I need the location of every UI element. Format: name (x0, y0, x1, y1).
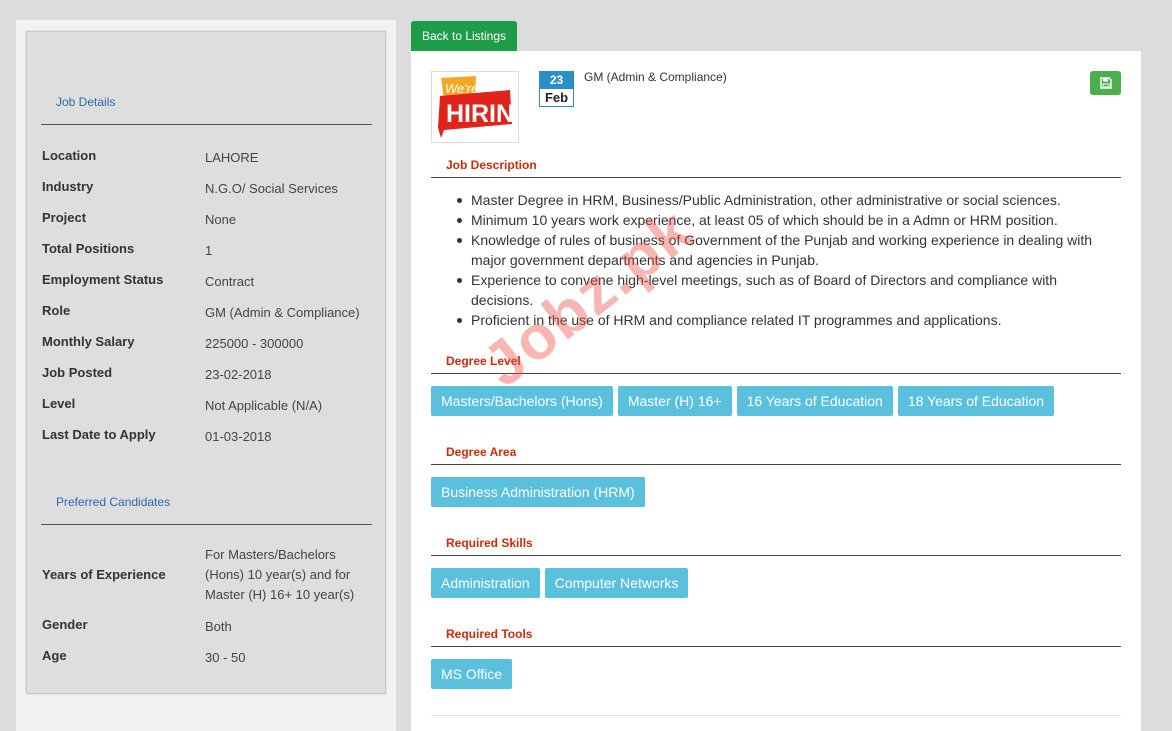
detail-label: Last Date to Apply (42, 427, 156, 442)
preferred-candidates-divider (41, 524, 372, 525)
detail-value: 30 - 50 (205, 650, 246, 665)
required-tools-heading: Required Tools (446, 627, 533, 641)
job-description-list: Master Degree in HRM, Business/Public Ad… (457, 190, 1111, 330)
required-tools-divider (431, 646, 1121, 647)
detail-value: Both (205, 619, 232, 634)
degree-level-tag[interactable]: Master (H) 16+ (617, 386, 732, 416)
degree-level-heading: Degree Level (446, 354, 521, 368)
degree-area-divider (431, 464, 1121, 465)
degree-area-heading: Degree Area (446, 445, 517, 459)
detail-value: 23-02-2018 (205, 367, 272, 382)
job-description-divider (431, 177, 1121, 178)
list-item: Experience to convene high-level meeting… (457, 270, 1111, 310)
list-item: Knowledge of rules of business of Govern… (457, 230, 1111, 270)
posted-date-badge: 23 Feb (539, 71, 574, 107)
back-to-listings-button[interactable]: Back to Listings (411, 21, 517, 51)
detail-label: Job Posted (42, 365, 113, 380)
list-item: Proficient in the use of HRM and complia… (457, 310, 1111, 330)
detail-value: GM (Admin & Compliance) (205, 305, 360, 320)
detail-value: 1 (205, 243, 213, 258)
detail-value: 225000 - 300000 (205, 336, 304, 351)
detail-value: Not Applicable (N/A) (205, 398, 323, 413)
preferred-candidates-title: Preferred Candidates (56, 495, 171, 509)
floppy-disk-icon (1099, 77, 1112, 89)
degree-level-tag[interactable]: 18 Years of Education (897, 386, 1055, 416)
detail-label: Age (42, 648, 67, 663)
required-skills-heading: Required Skills (446, 536, 533, 550)
detail-value: For Masters/Bachelors (Hons) 10 year(s) … (205, 547, 355, 602)
date-month: Feb (544, 90, 569, 105)
detail-label: Years of Experience (42, 567, 166, 582)
skill-tag[interactable]: Administration (431, 568, 540, 598)
job-details-panel: Job Details Location LAHORE Industry N.G… (26, 31, 386, 694)
degree-level-tag[interactable]: Masters/Bachelors (Hons) (431, 386, 613, 416)
logo-line1: We're (445, 81, 478, 96)
detail-label: Total Positions (42, 241, 135, 256)
detail-value: N.G.O/ Social Services (205, 181, 338, 196)
content-bottom-divider (431, 715, 1121, 716)
detail-label: Level (42, 396, 76, 411)
skill-tag[interactable]: Computer Networks (544, 568, 689, 598)
detail-label: Employment Status (42, 272, 164, 287)
list-item: Minimum 10 years work experience, at lea… (457, 210, 1111, 230)
degree-level-tag[interactable]: 16 Years of Education (736, 386, 893, 416)
hiring-logo-icon: We're HIRING (438, 76, 534, 138)
detail-value: 01-03-2018 (205, 429, 272, 444)
detail-label: Industry (42, 179, 94, 194)
detail-label: Monthly Salary (42, 334, 135, 349)
degree-area-tags: Business Administration (HRM) (431, 477, 645, 507)
list-item: Master Degree in HRM, Business/Public Ad… (457, 190, 1111, 210)
logo-line2: HIRING (446, 100, 518, 128)
degree-level-tags: Masters/Bachelors (Hons) Master (H) 16+ … (431, 386, 1055, 416)
detail-label: Gender (42, 617, 88, 632)
degree-area-tag[interactable]: Business Administration (HRM) (431, 477, 645, 507)
detail-value: None (205, 212, 237, 227)
degree-level-divider (431, 373, 1121, 374)
detail-value: Contract (205, 274, 255, 289)
detail-label: Role (42, 303, 71, 318)
save-button[interactable] (1090, 71, 1121, 95)
detail-label: Project (42, 210, 87, 225)
job-description-heading: Job Description (446, 158, 537, 172)
detail-value: LAHORE (205, 150, 259, 165)
required-tools-tags: MS Office (431, 659, 513, 689)
required-skills-divider (431, 555, 1121, 556)
job-details-title: Job Details (56, 95, 116, 109)
job-details-divider (41, 124, 372, 125)
date-day: 23 (540, 72, 573, 89)
company-logo: We're HIRING (431, 71, 534, 143)
job-title: GM (Admin & Compliance) (584, 70, 727, 84)
required-skills-tags: Administration Computer Networks (431, 568, 689, 598)
detail-label: Location (42, 148, 97, 163)
tool-tag[interactable]: MS Office (431, 659, 513, 689)
